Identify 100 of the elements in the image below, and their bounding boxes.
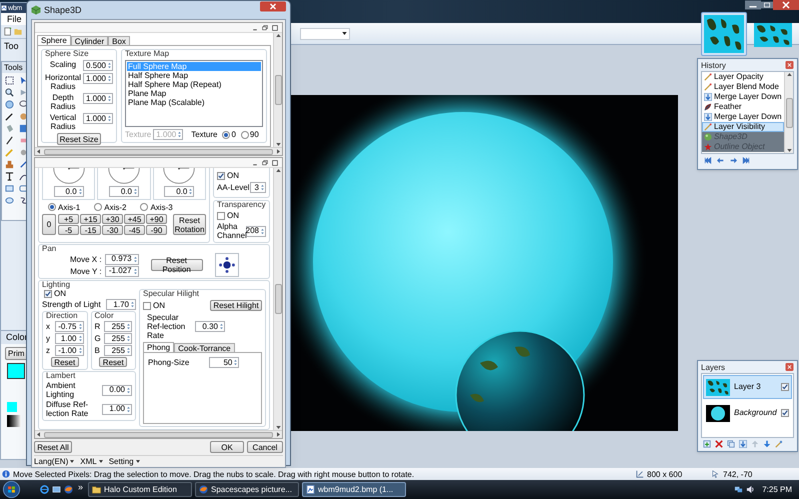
new-file-icon[interactable]	[4, 27, 12, 36]
properties-icon[interactable]	[775, 440, 783, 448]
horizontal-scrollbar[interactable]	[35, 147, 282, 155]
spin-field[interactable]: 1.00	[55, 333, 84, 344]
spin-field[interactable]: 0.0	[164, 186, 194, 197]
spin-field[interactable]: 255	[104, 333, 132, 344]
reset-rotation-button[interactable]: Reset Rotation	[173, 214, 206, 235]
spin-field[interactable]: -1.00	[55, 345, 84, 356]
history-item[interactable]: Layer Blend Mode	[702, 82, 784, 92]
desktop-icon[interactable]	[52, 485, 61, 494]
increment-button[interactable]: +15	[80, 214, 101, 224]
direction-pad[interactable]	[214, 253, 239, 277]
globe-icon[interactable]	[64, 485, 73, 494]
spin-field[interactable]: 1.000	[83, 73, 114, 84]
decrement-button[interactable]: -30	[102, 225, 123, 235]
close-icon[interactable]	[773, 0, 799, 10]
stamp-icon[interactable]	[5, 160, 14, 169]
spin-field[interactable]: 0.00	[102, 384, 132, 396]
checkbox[interactable]	[781, 383, 789, 391]
scroll-thumb[interactable]	[274, 75, 282, 105]
rotation-dial[interactable]	[162, 168, 196, 185]
duplicate-icon[interactable]	[727, 440, 735, 448]
radio-button[interactable]	[240, 130, 249, 138]
spin-field[interactable]: 1.00	[102, 404, 132, 414]
taskbar-button[interactable]: wbm9mud2.bmp (1...	[302, 482, 406, 497]
spin-field[interactable]: -1.027	[104, 266, 139, 276]
tab[interactable]: Phong	[143, 342, 174, 352]
spin-field[interactable]: 1.000	[83, 93, 113, 104]
spin-field[interactable]: 1.70	[106, 299, 136, 310]
checkbox[interactable]	[143, 302, 151, 310]
vertical-scrollbar[interactable]	[784, 72, 793, 153]
restore-icon[interactable]	[262, 160, 268, 166]
ellipse-icon[interactable]	[5, 196, 14, 205]
spin-field[interactable]: -0.75	[55, 321, 84, 332]
tab[interactable]: Cook-Torrance	[174, 343, 235, 352]
browser-icon[interactable]	[40, 485, 49, 494]
list-item[interactable]: Half Sphere Map (Repeat)	[127, 80, 261, 89]
layer-row[interactable]: Layer 3	[703, 375, 792, 399]
scroll-thumb[interactable]	[786, 98, 792, 128]
history-item[interactable]: Merge Layer Down	[702, 112, 784, 122]
vertical-scrollbar[interactable]	[273, 168, 282, 430]
decrement-button[interactable]: -45	[124, 225, 145, 235]
increment-button[interactable]: +30	[102, 214, 123, 224]
scroll-down-icon[interactable]	[786, 149, 792, 152]
delete-icon[interactable]	[715, 440, 723, 448]
reset-size-button[interactable]: Reset Size	[57, 133, 101, 145]
tab[interactable]: Cylinder	[70, 36, 108, 45]
spin-field[interactable]: 255	[104, 345, 132, 356]
radio-button[interactable]	[48, 203, 56, 211]
history-item[interactable]: Layer Opacity	[702, 72, 784, 82]
brush-icon[interactable]	[5, 136, 14, 145]
scroll-thumb[interactable]	[44, 432, 273, 438]
spin-field[interactable]: 0.973	[104, 254, 139, 264]
tab[interactable]: Sphere	[37, 35, 71, 45]
scroll-right-icon[interactable]	[277, 149, 280, 154]
taskbar-button[interactable]: Spacescapes picture...	[195, 482, 300, 497]
spin-field[interactable]: 1.000	[83, 113, 113, 124]
spin-field[interactable]: 3	[250, 182, 266, 193]
zoom-icon[interactable]	[5, 88, 14, 97]
tab[interactable]: Box	[108, 36, 130, 45]
freeform-icon[interactable]	[18, 196, 28, 205]
spin-field[interactable]: 0.500	[83, 60, 113, 71]
list-item[interactable]: Plane Map (Scalable)	[127, 98, 261, 107]
decrement-button[interactable]: -15	[80, 225, 101, 235]
history-item[interactable]: Feather	[702, 102, 784, 112]
checkbox[interactable]	[44, 290, 52, 298]
rectangle-icon[interactable]	[5, 184, 14, 193]
scroll-left-icon[interactable]	[37, 149, 40, 154]
image-thumbnail[interactable]	[704, 15, 744, 53]
cancel-button[interactable]: Cancel	[247, 441, 283, 453]
scroll-left-icon[interactable]	[37, 432, 40, 437]
rounded-rectangle-icon[interactable]	[18, 184, 28, 193]
caret-icon[interactable]	[342, 32, 347, 35]
reset-position-button[interactable]: Reset Position	[150, 259, 203, 271]
horizontal-scrollbar[interactable]	[35, 430, 282, 438]
reset-hilight-button[interactable]: Reset Hilight	[210, 300, 262, 311]
increment-button[interactable]: +90	[146, 214, 167, 224]
start-orb-icon[interactable]	[3, 481, 20, 498]
increment-button[interactable]: +5	[58, 214, 79, 224]
list-item[interactable]: Half Sphere Map	[127, 71, 261, 80]
maximize-icon[interactable]	[272, 24, 278, 30]
close-icon[interactable]	[785, 363, 794, 371]
close-icon[interactable]	[785, 61, 794, 69]
grayscale-strip[interactable]	[7, 415, 21, 427]
vertical-scrollbar[interactable]	[273, 33, 282, 147]
scroll-thumb[interactable]	[44, 148, 273, 154]
minimize-icon[interactable]	[745, 0, 761, 10]
reset-button[interactable]: Reset	[50, 357, 79, 367]
line-icon[interactable]	[18, 172, 28, 181]
undo-icon[interactable]	[716, 156, 725, 164]
primary-color-swatch[interactable]	[7, 363, 25, 379]
arrow-down-icon[interactable]	[739, 440, 747, 448]
spin-field[interactable]: 0.30	[195, 321, 225, 332]
list-item[interactable]: Plane Map	[127, 89, 261, 98]
maximize-icon[interactable]	[761, 0, 773, 10]
image-thumbnail[interactable]	[754, 23, 792, 47]
redo-icon[interactable]	[729, 156, 738, 164]
checkbox[interactable]	[781, 409, 789, 417]
move-down-icon[interactable]	[763, 440, 771, 448]
increment-button[interactable]: +45	[124, 214, 145, 224]
